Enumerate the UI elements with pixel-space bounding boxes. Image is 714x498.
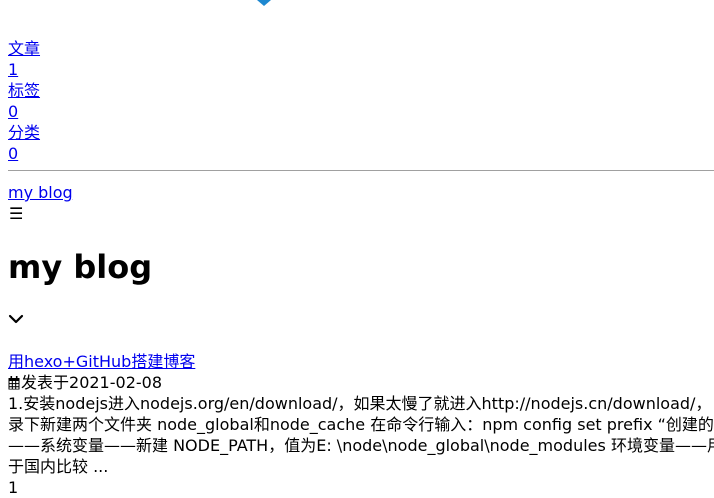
chevron-down-icon[interactable] [8, 311, 24, 327]
top-decoration-icon [257, 0, 271, 6]
post-item: 用hexo+GitHub搭建博客 发表于 2021-02-08 1.安装nodej… [8, 351, 714, 477]
excerpt-line: ——系统变量——新建 NODE_PATH，值为E: \node\node_glo… [8, 436, 714, 455]
brand-link[interactable]: my blog [8, 182, 73, 203]
articles-count[interactable]: 1 [8, 59, 40, 80]
post-excerpt: 1.安装nodejs进入nodejs.org/en/download/，如果太慢… [8, 393, 714, 477]
post-title-link[interactable]: 用hexo+GitHub搭建博客 [8, 351, 714, 372]
tags-link[interactable]: 标签 [8, 80, 40, 101]
site-title: my blog [8, 248, 153, 286]
calendar-icon [8, 375, 20, 389]
tags-count[interactable]: 0 [8, 101, 40, 122]
pagination-current-page: 1 [8, 478, 19, 497]
categories-count[interactable]: 0 [8, 143, 40, 164]
site-stats: 文章 1 标签 0 分类 0 [8, 38, 40, 164]
excerpt-line: 1.安装nodejs进入nodejs.org/en/download/，如果太慢… [8, 394, 714, 413]
excerpt-line: 于国内比较 ... [8, 457, 109, 476]
hamburger-icon[interactable]: ☰ [9, 203, 23, 224]
articles-link[interactable]: 文章 [8, 38, 40, 59]
post-meta: 发表于 2021-02-08 [8, 372, 714, 393]
categories-link[interactable]: 分类 [8, 122, 40, 143]
post-meta-label: 发表于 [21, 373, 70, 392]
excerpt-line: 录下新建两个文件夹 node_global和node_cache 在命令行输入：… [8, 415, 714, 434]
post-date: 2021-02-08 [69, 373, 162, 392]
divider [8, 170, 714, 171]
